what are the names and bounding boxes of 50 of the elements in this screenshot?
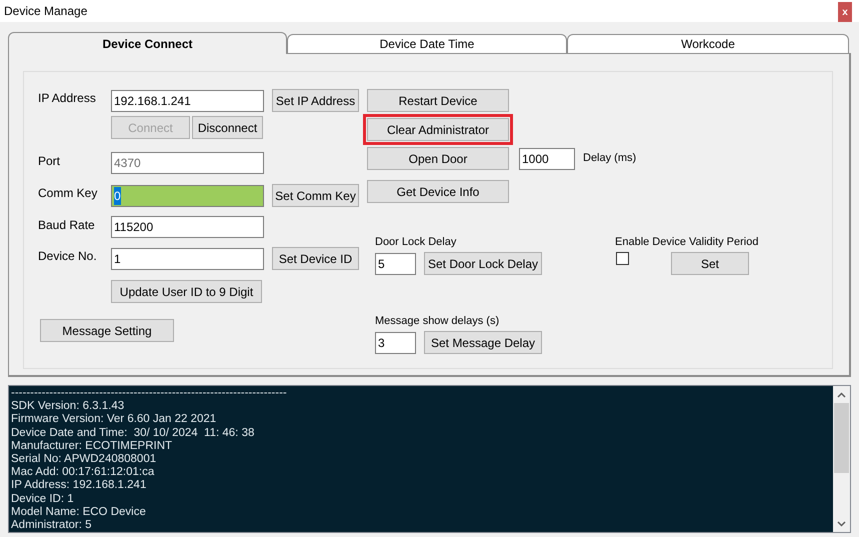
log-line: Model Name: ECO Device <box>11 506 147 520</box>
door-lock-delay-field[interactable]: 5 <box>375 252 416 274</box>
log-line: ------------------------------------------------------------------------ <box>11 387 288 400</box>
field-label: Enable Device Validity Period <box>615 235 758 249</box>
field-label: Message show delays (s) <box>375 314 500 328</box>
log-line: IP Address: 192.168.1.241 <box>11 479 148 493</box>
tab[interactable]: Device Date Time <box>287 34 567 54</box>
disconnect-button[interactable]: Disconnect <box>192 116 263 139</box>
log-line: Device Date and Time: 30/ 10/ 2024 11: 46: 38 <box>11 426 256 440</box>
action-button[interactable]: Clear Administrator <box>367 118 509 141</box>
comm-key-field[interactable]: 0 <box>111 184 264 206</box>
close-button[interactable]: x <box>838 2 852 22</box>
delay-label: Delay (ms) <box>583 151 636 166</box>
log-line: Serial No: APWD240808001 <box>11 453 158 466</box>
message-setting-button[interactable]: Message Setting <box>40 319 174 342</box>
set-comm-key-button[interactable]: Set Comm Key <box>272 184 359 207</box>
log-line: Firmware Version: Ver 6.60 Jan 22 2021 <box>11 413 218 427</box>
delay-field[interactable]: 1000 <box>519 148 575 170</box>
scrollbar-thumb[interactable] <box>834 403 849 473</box>
log-line: Manufacturer: ECOTIMEPRINT <box>11 440 174 454</box>
validity-checkbox[interactable] <box>616 252 629 265</box>
set-door-lock-delay-button[interactable]: Set Door Lock Delay <box>424 252 542 275</box>
field-label: IP Address <box>38 90 97 107</box>
update-user-id-button[interactable]: Update User ID to 9 Digit <box>111 280 262 303</box>
field-label: Port <box>38 153 62 170</box>
action-button[interactable]: Restart Device <box>367 89 509 112</box>
baud-rate-field[interactable]: 115200 <box>111 216 264 238</box>
set-validity-button[interactable]: Set <box>671 252 749 275</box>
field-label: Door Lock Delay <box>375 235 458 249</box>
set-message-delay-button[interactable]: Set Message Delay <box>424 331 542 354</box>
ip-address-field[interactable]: 192.168.1.241 <box>111 90 264 112</box>
set-device-id-button[interactable]: Set Device ID <box>272 247 359 270</box>
scroll-down-icon[interactable] <box>837 520 846 526</box>
action-button[interactable]: Get Device Info <box>367 180 509 203</box>
device-number-field[interactable]: 1 <box>111 248 264 270</box>
tab[interactable]: Device Connect <box>8 32 287 54</box>
action-button[interactable]: Open Door <box>367 147 509 170</box>
field-label: Comm Key <box>38 185 98 202</box>
log-line: Administrator: 5 <box>11 519 93 532</box>
tab[interactable]: Workcode <box>567 34 849 54</box>
scroll-up-icon[interactable] <box>837 392 846 398</box>
window-title: Device Manage <box>4 3 88 20</box>
field-label: Device No. <box>38 248 98 265</box>
message-delay-field[interactable]: 3 <box>375 332 416 354</box>
scrollbar[interactable] <box>833 386 850 532</box>
log-line: Mac Add: 00:17:61:12:01:ca <box>11 466 156 480</box>
log-line: SDK Version: 6.3.1.43 <box>11 400 126 414</box>
set-ip-button[interactable]: Set IP Address <box>272 89 359 112</box>
field-label: Baud Rate <box>38 217 96 234</box>
log-line: Device ID: 1 <box>11 492 75 506</box>
